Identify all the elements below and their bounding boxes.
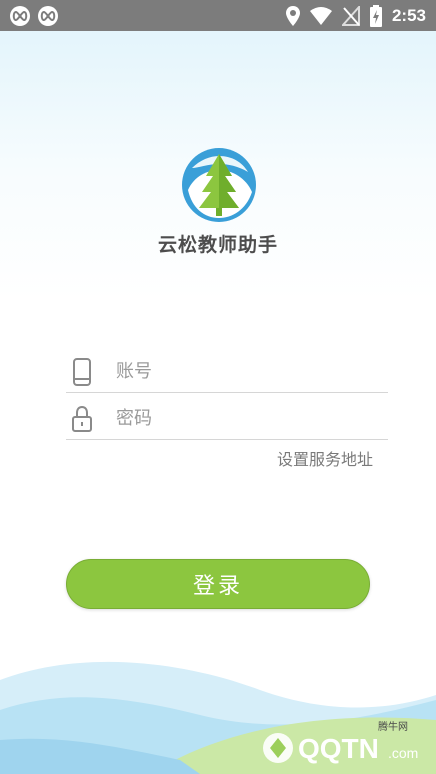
account-field: [66, 348, 388, 393]
location-icon: [285, 6, 300, 26]
lock-icon: [72, 405, 92, 432]
status-bar: 2:53: [0, 0, 436, 31]
password-field: [66, 395, 388, 440]
no-sim-icon: [341, 6, 360, 26]
infinity-icon: [38, 6, 58, 26]
wifi-icon: [309, 7, 332, 25]
watermark-brand-text: QQTN: [298, 733, 379, 764]
account-input[interactable]: [114, 356, 378, 386]
password-input[interactable]: [114, 403, 378, 433]
set-server-address-link[interactable]: 设置服务地址: [277, 446, 373, 470]
battery-charging-icon: [369, 5, 382, 27]
app-title: 云松教师助手: [157, 234, 278, 256]
login-button[interactable]: 登录: [66, 559, 370, 609]
watermark-logo: 腾牛网 QQTN .com: [263, 720, 418, 764]
status-right-icons: 2:53: [285, 4, 426, 28]
status-left-icons: [10, 6, 58, 26]
phone-icon: [73, 358, 91, 386]
app-logo: [182, 148, 256, 222]
watermark-top-text: 腾牛网: [378, 720, 408, 733]
watermark-domain-text: .com: [388, 745, 418, 761]
infinity-icon: [10, 6, 30, 26]
status-time: 2:53: [391, 6, 426, 25]
